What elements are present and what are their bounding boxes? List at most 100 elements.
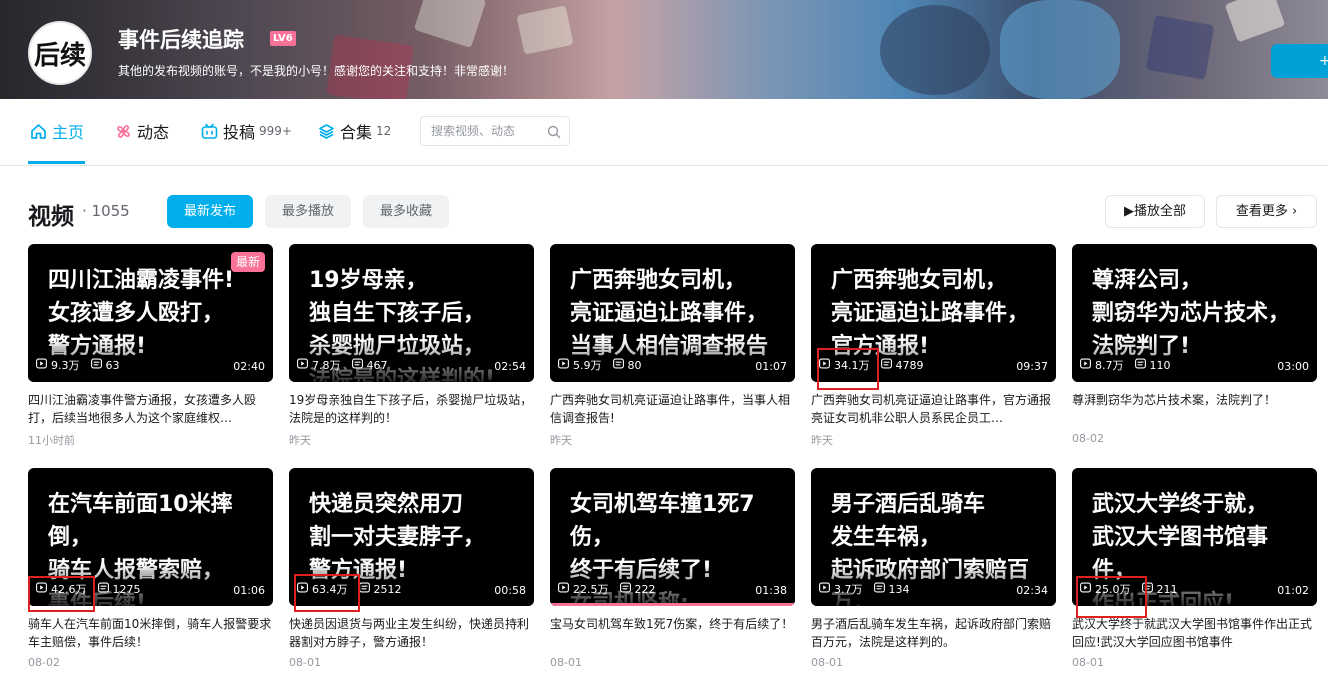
video-card[interactable]: 快递员突然用刀 割一对夫妻脖子， 警方通报!63.4万251200:58快递员因… <box>289 468 534 678</box>
video-title[interactable]: 广西奔驰女司机亮证逼迫让路事件，当事人相信调查报告! <box>550 391 795 427</box>
video-title[interactable]: 19岁母亲独自生下孩子后，杀婴抛尸垃圾站，法院是的这样判的！ <box>289 391 534 427</box>
danmaku-icon <box>873 582 889 596</box>
danmaku-count: 110 <box>1149 358 1171 372</box>
banner-gift-deco <box>1145 15 1215 80</box>
video-card[interactable]: 19岁母亲， 独自生下孩子后， 杀婴抛尸垃圾站， 法院是的这样判的!7.8万46… <box>289 244 534 454</box>
highlight-box <box>1076 576 1147 618</box>
video-count: · 1055 <box>82 202 130 220</box>
video-thumbnail[interactable]: 19岁母亲， 独自生下孩子后， 杀婴抛尸垃圾站， 法院是的这样判的!7.8万46… <box>289 244 534 382</box>
video-title[interactable]: 快递员因退货与两业主发生纠纷，快递员持利器割对方脖子，警方通报！ <box>289 615 534 651</box>
video-thumbnail[interactable]: 女司机驾车撞1死7伤， 终于有后续了! 女司机坚称: 撞人时意识消失!22.5万… <box>550 468 795 606</box>
play-count-icon <box>297 358 312 372</box>
video-card[interactable]: 女司机驾车撞1死7伤， 终于有后续了! 女司机坚称: 撞人时意识消失!22.5万… <box>550 468 795 678</box>
watch-progress-bar <box>550 603 795 606</box>
video-duration: 09:37 <box>1016 360 1048 373</box>
search-input[interactable] <box>421 117 549 145</box>
view-count: 3.7万 <box>834 583 863 596</box>
danmaku-count: 2512 <box>373 582 402 596</box>
view-more-label: 查看更多 <box>1235 204 1288 219</box>
user-name[interactable]: 事件后续追踪 <box>118 24 244 54</box>
video-card[interactable]: 武汉大学终于就， 武汉大学图书馆事件， 作出正式回应!25.0万21101:02… <box>1072 468 1317 678</box>
danmaku-count: 80 <box>627 358 642 372</box>
avatar[interactable]: 后续 <box>28 21 92 85</box>
tab-uploads[interactable]: 投稿 999+ <box>201 121 292 142</box>
highlight-box <box>817 348 879 390</box>
filter-most-played[interactable]: 最多播放 <box>265 195 351 228</box>
danmaku-count: 222 <box>634 582 656 596</box>
video-date: 11小时前 <box>28 434 75 447</box>
tab-label: 主页 <box>52 123 85 142</box>
banner-character-deco <box>1000 0 1120 99</box>
danmaku-count: 211 <box>1156 582 1178 596</box>
video-title[interactable]: 广西奔驰女司机亮证逼迫让路事件，官方通报亮证女司机非公职人员系民企员工… <box>811 391 1056 427</box>
video-duration: 01:07 <box>755 360 787 373</box>
home-icon <box>30 123 47 140</box>
video-card[interactable]: 男子酒后乱骑车 发生车祸， 起诉政府部门索赔百万， 法院是这样判的。3.7万13… <box>811 468 1056 678</box>
video-date: 08-01 <box>550 656 582 669</box>
video-title[interactable]: 尊湃剽窃华为芯片技术案，法院判了！ <box>1072 391 1317 409</box>
view-count: 7.8万 <box>312 359 341 372</box>
profile-nav: 主页 动态 投稿 999+ 合集 12 <box>0 99 1328 166</box>
danmaku-icon <box>880 358 896 372</box>
tab-count: 999+ <box>259 124 292 138</box>
video-thumbnail[interactable]: 四川江油霸凌事件! 女孩遭多人殴打， 警方通报!最新9.3万6302:40 <box>28 244 273 382</box>
filter-latest[interactable]: 最新发布 <box>167 195 253 228</box>
danmaku-icon <box>97 582 113 596</box>
play-count-icon <box>819 582 834 596</box>
layers-icon <box>318 123 335 140</box>
banner-paper-deco <box>1224 0 1286 43</box>
video-date: 昨天 <box>550 434 572 447</box>
video-thumbnail[interactable]: 男子酒后乱骑车 发生车祸， 起诉政府部门索赔百万， 法院是这样判的。3.7万13… <box>811 468 1056 606</box>
active-tab-indicator <box>28 161 85 164</box>
view-count: 9.3万 <box>51 359 80 372</box>
video-thumbnail[interactable]: 广西奔驰女司机， 亮证逼迫让路事件， 当事人相信调查报告5.9万8001:07 <box>550 244 795 382</box>
video-date: 08-01 <box>1072 656 1104 669</box>
video-title[interactable]: 四川江油霸凌事件警方通报，女孩遭多人殴打，后续当地很多人为这个家庭维权… <box>28 391 273 427</box>
play-all-label: 播放全部 <box>1133 204 1186 219</box>
video-title[interactable]: 骑车人在汽车前面10米摔倒，骑车人报警要求车主赔偿，事件后续！ <box>28 615 273 651</box>
video-title[interactable]: 男子酒后乱骑车发生车祸，起诉政府部门索赔百万元，法院是这样判的。 <box>811 615 1056 651</box>
video-duration: 00:58 <box>494 584 526 597</box>
video-duration: 02:40 <box>233 360 265 373</box>
tv-icon <box>201 123 218 140</box>
video-duration: 02:34 <box>1016 584 1048 597</box>
banner-bear-deco <box>880 5 990 95</box>
tab-collections[interactable]: 合集 12 <box>318 121 392 142</box>
video-stats: 22.5万 222 <box>558 581 667 597</box>
video-thumbnail[interactable]: 尊湃公司， 剽窃华为芯片技术， 法院判了!8.7万11003:00 <box>1072 244 1317 382</box>
pinwheel-icon <box>115 123 132 140</box>
danmaku-icon <box>612 358 628 372</box>
search-icon[interactable] <box>547 124 561 143</box>
video-title[interactable]: 武汉大学终于就武汉大学图书馆事件作出正式回应!武汉大学回应图书馆事件 <box>1072 615 1317 651</box>
danmaku-icon <box>351 358 367 372</box>
tab-label: 合集 <box>340 123 373 142</box>
view-count: 22.5万 <box>573 583 609 596</box>
video-stats: 3.7万 134 <box>819 581 921 597</box>
video-date: 昨天 <box>811 434 833 447</box>
play-all-button[interactable]: ▶播放全部 <box>1105 195 1205 228</box>
video-card[interactable]: 在汽车前面10米摔倒， 骑车人报警索赔， 事件后续!42.6万127501:06… <box>28 468 273 678</box>
search-box <box>420 116 570 146</box>
video-date: 08-01 <box>289 656 321 669</box>
danmaku-count: 1275 <box>112 582 141 596</box>
tab-count: 12 <box>376 124 392 138</box>
play-count-icon <box>558 582 573 596</box>
highlight-box <box>28 576 95 612</box>
view-count: 5.9万 <box>573 359 602 372</box>
video-title[interactable]: 宝马女司机驾车致1死7伤案，终于有后续了！ <box>550 615 795 633</box>
tab-home[interactable]: 主页 <box>30 121 85 142</box>
play-count-icon <box>558 358 573 372</box>
video-duration: 01:06 <box>233 584 265 597</box>
video-duration: 03:00 <box>1277 360 1309 373</box>
video-card[interactable]: 广西奔驰女司机， 亮证逼迫让路事件， 当事人相信调查报告5.9万8001:07广… <box>550 244 795 454</box>
video-duration: 01:02 <box>1277 584 1309 597</box>
follow-button[interactable]: + <box>1271 44 1328 78</box>
video-stats: 8.7万 110 <box>1080 357 1182 373</box>
video-card[interactable]: 四川江油霸凌事件! 女孩遭多人殴打， 警方通报!最新9.3万6302:40 四川江… <box>28 244 273 454</box>
highlight-box <box>294 574 360 612</box>
chevron-right-icon: › <box>1291 204 1298 219</box>
filter-most-favorited[interactable]: 最多收藏 <box>363 195 449 228</box>
video-card[interactable]: 尊湃公司， 剽窃华为芯片技术， 法院判了!8.7万11003:00尊湃剽窃华为芯… <box>1072 244 1317 454</box>
view-more-button[interactable]: 查看更多 › <box>1216 195 1317 228</box>
tab-dynamic[interactable]: 动态 <box>115 121 169 142</box>
